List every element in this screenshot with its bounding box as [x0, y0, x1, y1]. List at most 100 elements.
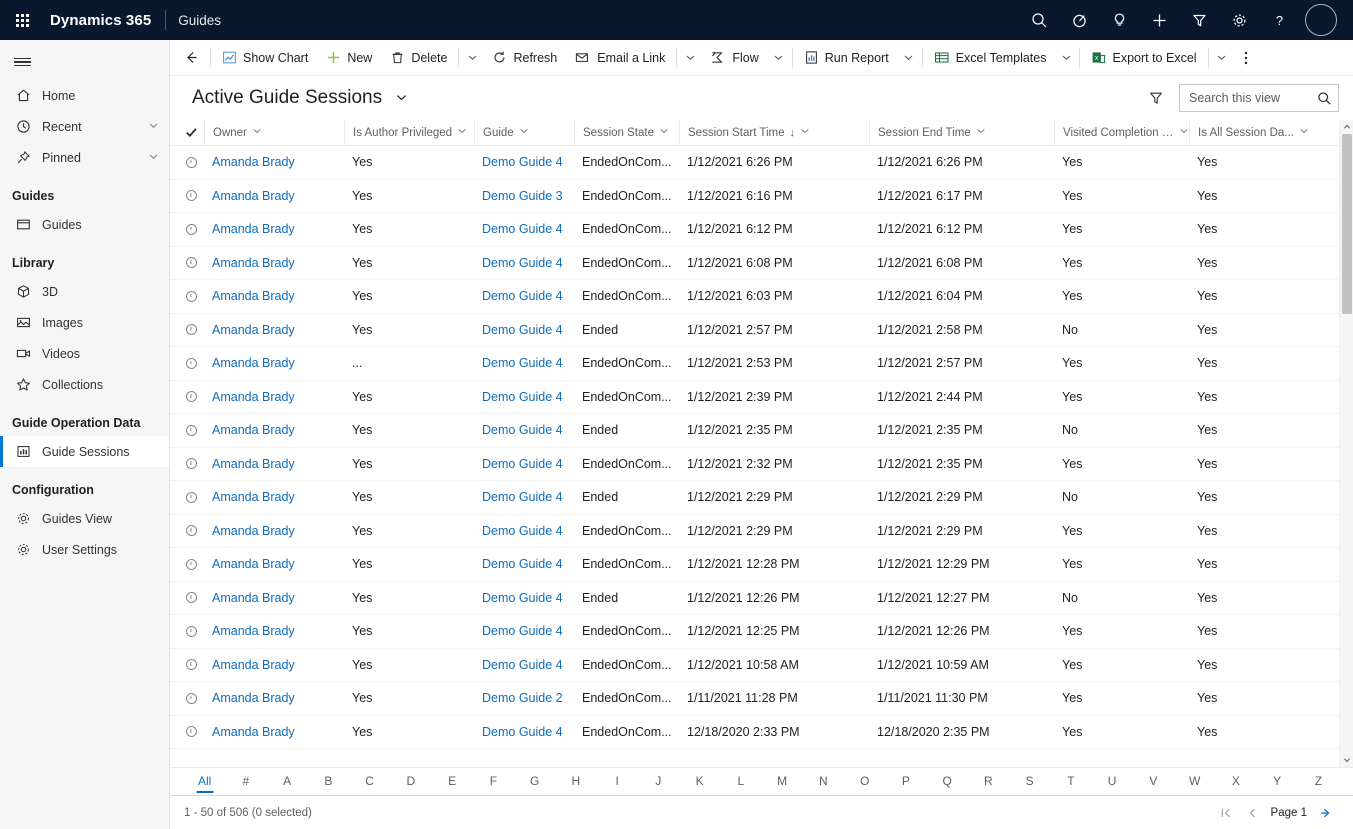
chevron-down-icon[interactable] — [395, 91, 408, 104]
cell-owner[interactable]: Amanda Brady — [204, 457, 344, 471]
table-row[interactable]: Amanda Brady Yes Demo Guide 4 EndedOnCom...… — [170, 548, 1339, 582]
delete-button[interactable]: Delete — [381, 41, 456, 75]
more-commands-icon[interactable] — [1233, 41, 1259, 75]
search-icon[interactable] — [1019, 0, 1059, 40]
cell-owner[interactable]: Amanda Brady — [204, 557, 344, 571]
alphabet-filter-m[interactable]: M — [762, 768, 803, 795]
show-chart-button[interactable]: Show Chart — [213, 41, 317, 75]
alphabet-filter-j[interactable]: J — [638, 768, 679, 795]
sidebar-item-user-settings[interactable]: User Settings — [0, 534, 169, 565]
sidebar-item-home[interactable]: Home — [0, 80, 169, 111]
app-name-label[interactable]: Guides — [166, 13, 233, 28]
sidebar-item-collections[interactable]: Collections — [0, 369, 169, 400]
cell-guide[interactable]: Demo Guide 4 — [474, 457, 574, 471]
export-overflow-chevron-down-icon[interactable] — [1211, 41, 1233, 75]
cell-guide[interactable]: Demo Guide 4 — [474, 591, 574, 605]
sidebar-item-images[interactable]: Images — [0, 307, 169, 338]
column-header-session-state[interactable]: Session State — [574, 119, 679, 146]
alphabet-filter-w[interactable]: W — [1174, 768, 1215, 795]
alphabet-filter-h[interactable]: H — [555, 768, 596, 795]
run-report-chevron-down-icon[interactable] — [898, 41, 920, 75]
row-select-icon[interactable] — [178, 190, 204, 202]
alphabet-filter-hash[interactable]: # — [225, 768, 266, 795]
sidebar-item-guides-view[interactable]: Guides View — [0, 503, 169, 534]
cell-guide[interactable]: Demo Guide 4 — [474, 490, 574, 504]
row-select-icon[interactable] — [178, 558, 204, 570]
cell-guide[interactable]: Demo Guide 4 — [474, 155, 574, 169]
cell-guide[interactable]: Demo Guide 4 — [474, 356, 574, 370]
alphabet-filter-u[interactable]: U — [1092, 768, 1133, 795]
lightbulb-icon[interactable] — [1099, 0, 1139, 40]
search-this-view-box[interactable] — [1179, 84, 1339, 112]
alphabet-filter-t[interactable]: T — [1050, 768, 1091, 795]
chevron-down-icon[interactable] — [800, 126, 810, 139]
alphabet-filter-z[interactable]: Z — [1298, 768, 1339, 795]
alphabet-filter-x[interactable]: X — [1215, 768, 1256, 795]
avatar[interactable] — [1305, 4, 1337, 36]
search-input[interactable] — [1189, 91, 1317, 105]
row-select-icon[interactable] — [178, 726, 204, 738]
row-select-icon[interactable] — [178, 458, 204, 470]
row-select-icon[interactable] — [178, 324, 204, 336]
email-overflow-chevron-down-icon[interactable] — [679, 41, 701, 75]
row-select-icon[interactable] — [178, 692, 204, 704]
alphabet-filter-f[interactable]: F — [473, 768, 514, 795]
row-select-icon[interactable] — [178, 357, 204, 369]
cell-guide[interactable]: Demo Guide 4 — [474, 725, 574, 739]
column-header-session-end-time[interactable]: Session End Time — [869, 119, 1054, 146]
row-select-icon[interactable] — [178, 625, 204, 637]
table-row[interactable]: Amanda Brady Yes Demo Guide 4 EndedOnCom...… — [170, 448, 1339, 481]
refresh-button[interactable]: Refresh — [483, 41, 566, 75]
cell-guide[interactable]: Demo Guide 4 — [474, 624, 574, 638]
table-row[interactable]: Amanda Brady... Demo Guide 4 EndedOnCom...… — [170, 347, 1339, 381]
filter-icon[interactable] — [1179, 0, 1219, 40]
cell-owner[interactable]: Amanda Brady — [204, 323, 344, 337]
alphabet-filter-s[interactable]: S — [1009, 768, 1050, 795]
run-report-button[interactable]: Run Report — [795, 41, 898, 75]
alphabet-filter-i[interactable]: I — [597, 768, 638, 795]
alphabet-filter-g[interactable]: G — [514, 768, 555, 795]
cell-guide[interactable]: Demo Guide 4 — [474, 423, 574, 437]
chevron-down-icon[interactable] — [148, 120, 159, 134]
sidebar-item-3d[interactable]: 3D — [0, 276, 169, 307]
column-header-owner[interactable]: Owner — [204, 119, 344, 146]
cell-owner[interactable]: Amanda Brady — [204, 289, 344, 303]
cell-owner[interactable]: Amanda Brady — [204, 524, 344, 538]
sidebar-item-pinned[interactable]: Pinned — [0, 142, 169, 173]
chevron-down-icon[interactable] — [252, 126, 262, 139]
cell-guide[interactable]: Demo Guide 4 — [474, 323, 574, 337]
table-row[interactable]: Amanda Brady Yes Demo Guide 4 Ended 1/12/202… — [170, 481, 1339, 515]
cell-owner[interactable]: Amanda Brady — [204, 390, 344, 404]
alphabet-filter-q[interactable]: Q — [927, 768, 968, 795]
column-header-is-all-session-data[interactable]: Is All Session Da... — [1189, 119, 1309, 146]
cell-owner[interactable]: Amanda Brady — [204, 356, 344, 370]
scroll-down-icon[interactable] — [1340, 753, 1353, 767]
hamburger-menu-icon[interactable] — [0, 44, 169, 80]
cell-guide[interactable]: Demo Guide 4 — [474, 658, 574, 672]
row-select-icon[interactable] — [178, 659, 204, 671]
table-row[interactable]: Amanda Brady Yes Demo Guide 4 EndedOnCom...… — [170, 615, 1339, 649]
column-header-visited-completion-status[interactable]: Visited Completion S... — [1054, 119, 1189, 146]
scroll-up-icon[interactable] — [1340, 120, 1353, 134]
table-row[interactable]: Amanda Brady Yes Demo Guide 4 Ended 1/12/202… — [170, 582, 1339, 615]
row-select-icon[interactable] — [178, 525, 204, 537]
alphabet-filter-d[interactable]: D — [390, 768, 431, 795]
alphabet-filter-k[interactable]: K — [679, 768, 720, 795]
chevron-down-icon[interactable] — [457, 126, 467, 139]
select-all-checkbox[interactable] — [178, 126, 204, 139]
cell-guide[interactable]: Demo Guide 4 — [474, 289, 574, 303]
assistant-icon[interactable] — [1059, 0, 1099, 40]
table-row[interactable]: Amanda Brady Yes Demo Guide 4 EndedOnCom...… — [170, 247, 1339, 280]
delete-overflow-chevron-down-icon[interactable] — [461, 41, 483, 75]
cell-owner[interactable]: Amanda Brady — [204, 490, 344, 504]
alphabet-filter-p[interactable]: P — [885, 768, 926, 795]
column-header-session-start-time[interactable]: Session Start Time ↓ — [679, 119, 869, 146]
row-select-icon[interactable] — [178, 257, 204, 269]
alphabet-filter-o[interactable]: O — [844, 768, 885, 795]
chevron-down-icon[interactable] — [1179, 126, 1189, 139]
row-select-icon[interactable] — [178, 391, 204, 403]
alphabet-filter-c[interactable]: C — [349, 768, 390, 795]
gear-icon[interactable] — [1219, 0, 1259, 40]
export-to-excel-button[interactable]: x Export to Excel — [1082, 41, 1205, 75]
chevron-down-icon[interactable] — [1299, 126, 1309, 139]
